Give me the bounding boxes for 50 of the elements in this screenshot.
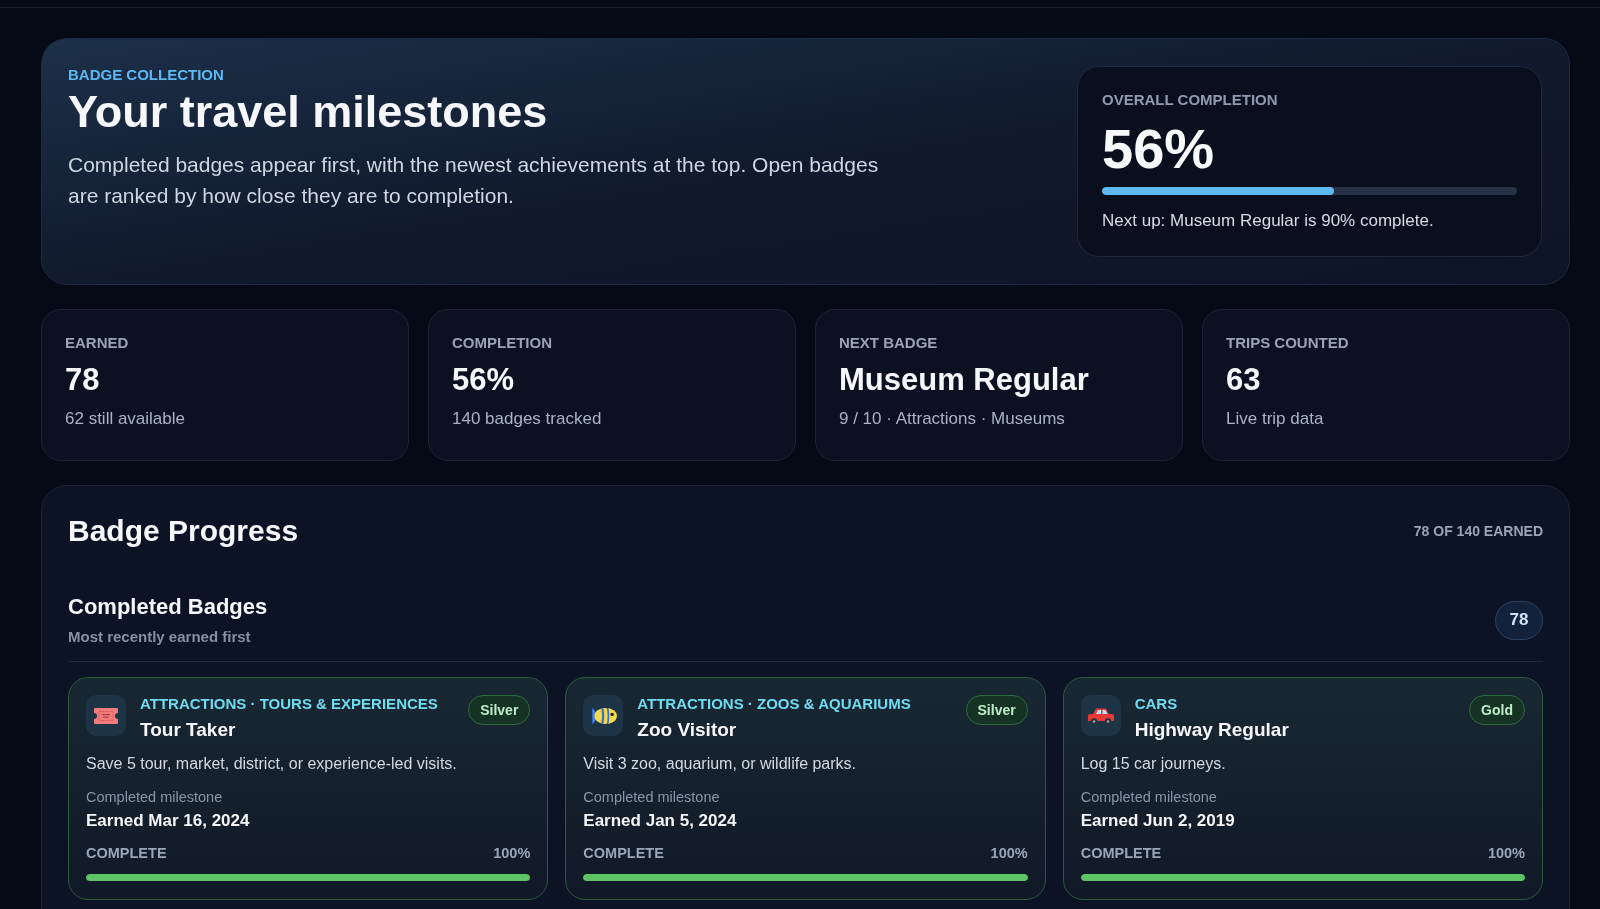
- stat-label: NEXT BADGE: [839, 334, 939, 352]
- badge-name: Zoo Visitor: [637, 718, 738, 742]
- badge-category: ATTRACTIONS · ZOOS & AQUARIUMS: [637, 695, 912, 713]
- stat-value: 63: [1226, 362, 1262, 398]
- milestone-label: Completed milestone: [1080, 788, 1218, 807]
- status-label: COMPLETE: [1080, 844, 1162, 863]
- group-title: Completed Badges: [68, 593, 268, 621]
- stat-value: 78: [65, 362, 101, 398]
- fish-icon: [583, 695, 624, 736]
- overall-label: OVERALL COMPLETION: [1102, 91, 1279, 109]
- tier-badge: Silver: [965, 695, 1028, 725]
- tier-badge: Gold: [1469, 695, 1525, 725]
- stat-label: EARNED: [65, 334, 130, 352]
- stat-value: 56%: [452, 362, 516, 398]
- stat-note: 62 still available: [65, 408, 186, 430]
- count-badge: 78: [1495, 600, 1543, 640]
- earned-date: Earned Jan 5, 2024: [583, 810, 738, 832]
- earned-summary: 78 OF 140 EARNED: [1413, 522, 1543, 540]
- next-up-note: Next up: Museum Regular is 90% complete.: [1102, 210, 1435, 232]
- overall-value: 56%: [1102, 121, 1216, 177]
- ticket-icon: [86, 695, 126, 736]
- tier-badge: Silver: [468, 695, 531, 725]
- stat-label: COMPLETION: [452, 334, 553, 352]
- badge-description: Log 15 car journeys.: [1080, 754, 1227, 774]
- earned-date: Earned Jun 2, 2019: [1080, 810, 1236, 832]
- status-label: COMPLETE: [86, 844, 167, 863]
- badge-category: CARS: [1134, 695, 1179, 713]
- stat-note: 9 / 10 · Attractions · Museums: [839, 408, 1066, 430]
- stat-note: 140 badges tracked: [452, 408, 603, 430]
- percent-label: 100%: [990, 844, 1028, 863]
- milestone-label: Completed milestone: [583, 788, 721, 807]
- car-icon: [1080, 695, 1121, 736]
- group-subtitle: Most recently earned first: [68, 627, 252, 647]
- earned-date: Earned Mar 16, 2024: [86, 810, 251, 832]
- percent-label: 100%: [493, 844, 531, 863]
- milestone-label: Completed milestone: [86, 788, 224, 807]
- status-label: COMPLETE: [583, 844, 664, 863]
- badge-description: Save 5 tour, market, district, or experience-led visits.: [86, 754, 458, 774]
- page-description: Completed badges appear first, with the newest achievements at the top. Open badges are ranked by how close they are to completion.: [68, 152, 880, 209]
- badge-name: Tour Taker: [140, 718, 237, 742]
- eyebrow-label: BADGE COLLECTION: [68, 66, 225, 84]
- badge-name: Highway Regular: [1134, 718, 1290, 742]
- stat-label: TRIPS COUNTED: [1226, 334, 1350, 352]
- badge-description: Visit 3 zoo, aquarium, or wildlife parks.: [583, 754, 858, 774]
- badge-category: ATTRACTIONS · TOURS & EXPERIENCES: [140, 695, 439, 713]
- stat-note: Live trip data: [1226, 408, 1325, 430]
- page-title: Your travel milestones: [68, 88, 549, 136]
- section-title: Badge Progress: [68, 513, 299, 549]
- stat-value: Museum Regular: [839, 362, 1090, 398]
- percent-label: 100%: [1487, 844, 1525, 863]
